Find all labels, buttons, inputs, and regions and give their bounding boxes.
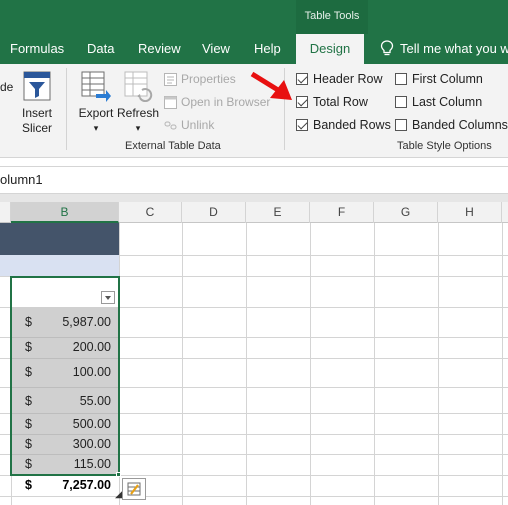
cell-value[interactable]: 115.00 [30,457,111,471]
insert-slicer-label-2: Slicer [21,121,52,135]
header-row-checkbox[interactable]: Header Row [296,72,382,86]
formula-bar-content[interactable]: olumn1 [0,172,43,187]
column-header-e[interactable]: E [246,202,310,223]
header-row-label: Header Row [313,72,383,86]
last-column-label: Last Column [412,95,483,109]
insert-slicer-button[interactable]: Insert Slicer [16,70,58,136]
export-label: Export [78,106,114,120]
tell-me-search[interactable]: Tell me what you w [380,34,508,64]
filter-dropdown-icon[interactable] [101,291,115,304]
banded-columns-checkbox[interactable]: Banded Columns [395,118,508,132]
insert-slicer-label-1: Insert [21,106,52,120]
cell-value[interactable]: 55.00 [30,394,111,408]
export-icon [81,71,111,102]
cell-value[interactable]: 200.00 [30,340,111,354]
grid-line [0,496,508,497]
total-row-label: Total Row [313,95,368,109]
fill-handle[interactable] [116,472,121,477]
partial-ribbon-label: de [0,80,14,94]
group-label-table-style-options: Table Style Options [397,140,492,152]
quick-analysis-icon [127,482,141,496]
grid-line [182,223,183,505]
refresh-button[interactable]: Refresh ▾ [116,70,160,136]
total-row-checkbox[interactable]: Total Row [296,95,368,109]
cell-value[interactable]: 300.00 [30,437,111,451]
unlink-label: Unlink [181,118,215,132]
header-row-check-box[interactable] [296,73,308,85]
banded-columns-check-box[interactable] [395,119,407,131]
grid-line [374,223,375,505]
insert-slicer-icon [23,71,51,101]
total-value[interactable]: 7,257.00 [30,478,111,492]
tab-review[interactable]: Review [138,34,181,64]
grid-line [246,223,247,505]
row-header-corner[interactable] [0,202,11,223]
column-header-h[interactable]: H [438,202,502,223]
red-arrow-icon [250,71,292,100]
cell-value[interactable]: 100.00 [30,365,111,379]
formula-gap [0,194,508,202]
column-header-c[interactable]: C [119,202,182,223]
first-column-label: First Column [412,72,483,86]
quick-analysis-button[interactable] [122,478,146,500]
table-light-band [0,255,119,276]
last-column-check-box[interactable] [395,96,407,108]
refresh-icon [124,71,153,102]
context-band [0,0,508,34]
column-header-f[interactable]: F [310,202,374,223]
refresh-chevron-icon: ▾ [135,123,141,133]
first-column-checkbox[interactable]: First Column [395,72,483,86]
grid-line [502,223,503,505]
open-in-browser-icon [164,96,177,109]
grid-line [438,223,439,505]
last-column-checkbox[interactable]: Last Column [395,95,482,109]
unlink-button[interactable]: Unlink [164,117,214,133]
tell-me-label: Tell me what you w [400,41,508,56]
properties-button[interactable]: Properties [164,71,236,87]
table-tools-label: Table Tools [296,0,368,34]
cell-value[interactable]: 5,987.00 [30,315,111,329]
table-dark-band [0,223,119,255]
unlink-icon [164,121,177,130]
banded-rows-check-box[interactable] [296,119,308,131]
refresh-label: Refresh [116,106,160,120]
properties-label: Properties [181,72,236,86]
lightbulb-icon [380,40,394,56]
ribbon-separator [66,68,67,150]
group-label-external-table-data: External Table Data [125,140,221,152]
tab-data[interactable]: Data [87,34,114,64]
column-header-d[interactable]: D [182,202,246,223]
tab-formulas[interactable]: Formulas [10,34,64,64]
total-row-check-box[interactable] [296,96,308,108]
banded-columns-label: Banded Columns [412,118,508,132]
first-column-check-box[interactable] [395,73,407,85]
tab-view[interactable]: View [202,34,230,64]
grid-line [310,223,311,505]
export-chevron-icon: ▾ [93,123,99,133]
properties-icon [164,73,177,86]
export-button[interactable]: Export ▾ [76,70,116,136]
column-header-g[interactable]: G [374,202,438,223]
column-header-b[interactable]: B [11,202,119,223]
banded-rows-label: Banded Rows [313,118,391,132]
tab-design[interactable]: Design [296,34,364,64]
partial-ribbon-button[interactable]: de [0,80,13,95]
cell-value[interactable]: 500.00 [30,417,111,431]
banded-rows-checkbox[interactable]: Banded Rows [296,118,391,132]
tab-help[interactable]: Help [254,34,281,64]
formula-bar[interactable] [0,166,508,194]
